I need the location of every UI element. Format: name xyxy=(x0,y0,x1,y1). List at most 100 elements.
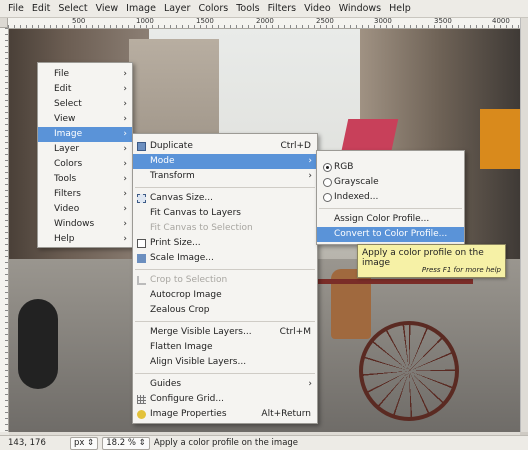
radio-icon xyxy=(323,193,332,202)
merge-visible-item[interactable]: Merge Visible Layers... Ctrl+M xyxy=(133,325,317,340)
context-item-edit[interactable]: Edit › xyxy=(38,82,132,97)
fit-canvas-layers-item[interactable]: Fit Canvas to Layers xyxy=(133,206,317,221)
chevron-right-icon: › xyxy=(123,159,127,169)
zoom-select[interactable]: 18.2 % ⇕ xyxy=(102,436,150,450)
scale-image-item[interactable]: Scale Image... xyxy=(133,251,317,266)
chevron-right-icon: › xyxy=(123,69,127,79)
context-item-select[interactable]: Select › xyxy=(38,97,132,112)
menu-filters[interactable]: Filters xyxy=(264,0,300,18)
menu-select[interactable]: Select xyxy=(54,0,91,18)
context-item-tools[interactable]: Tools › xyxy=(38,172,132,187)
chevron-right-icon: › xyxy=(123,204,127,214)
spin-icon: ⇕ xyxy=(87,437,95,448)
image-submenu: Duplicate Ctrl+D Mode › Transform › Canv… xyxy=(132,133,318,424)
menu-separator xyxy=(135,187,315,188)
chevron-right-icon: › xyxy=(308,156,312,166)
photo-motorbike xyxy=(18,299,58,389)
guides-item[interactable]: Guides › xyxy=(133,377,317,392)
chevron-right-icon: › xyxy=(123,114,127,124)
crop-selection-item: Crop to Selection xyxy=(133,273,317,288)
chevron-right-icon: › xyxy=(308,171,312,181)
menu-separator xyxy=(135,269,315,270)
menu-windows[interactable]: Windows xyxy=(335,0,385,18)
unit-select[interactable]: px ⇕ xyxy=(70,436,99,450)
image-properties-item[interactable]: Image Properties Alt+Return xyxy=(133,407,317,422)
context-item-video[interactable]: Video › xyxy=(38,202,132,217)
menu-separator xyxy=(319,208,462,209)
menu-help[interactable]: Help xyxy=(385,0,415,18)
convert-profile-item[interactable]: Convert to Color Profile... xyxy=(317,227,464,242)
flatten-item[interactable]: Flatten Image xyxy=(133,340,317,355)
canvas-size-item[interactable]: Canvas Size... xyxy=(133,191,317,206)
context-item-image[interactable]: Image › xyxy=(38,127,132,142)
menu-file[interactable]: File xyxy=(4,0,28,18)
menu-layer[interactable]: Layer xyxy=(160,0,195,18)
ruler-tick-label: 2500 xyxy=(316,17,334,25)
vertical-scrollbar[interactable] xyxy=(520,18,528,432)
ruler-tick-label: 4000 xyxy=(492,17,510,25)
chevron-right-icon: › xyxy=(123,144,127,154)
chevron-right-icon: › xyxy=(123,84,127,94)
chevron-right-icon: › xyxy=(308,379,312,389)
menu-colors[interactable]: Colors xyxy=(194,0,232,18)
spin-icon: ⇕ xyxy=(138,437,146,448)
autocrop-item[interactable]: Autocrop Image xyxy=(133,288,317,303)
context-item-windows[interactable]: Windows › xyxy=(38,217,132,232)
context-item-colors[interactable]: Colors › xyxy=(38,157,132,172)
chevron-right-icon: › xyxy=(123,99,127,109)
context-item-file[interactable]: File › xyxy=(38,67,132,82)
print-size-icon xyxy=(137,239,146,248)
grid-icon xyxy=(137,395,146,404)
tooltip: Apply a color profile on the image Press… xyxy=(357,244,506,278)
ruler-tick-label: 3500 xyxy=(434,17,452,25)
duplicate-item[interactable]: Duplicate Ctrl+D xyxy=(133,139,317,154)
assign-profile-item[interactable]: Assign Color Profile... xyxy=(317,212,464,227)
photo-big-wheel xyxy=(359,321,459,421)
indexed-item[interactable]: Indexed... xyxy=(317,190,464,205)
horizontal-ruler[interactable]: 500 1000 1500 2000 2500 3000 3500 4000 xyxy=(8,17,520,29)
statusbar: 143, 176 px ⇕ 18.2 % ⇕ Apply a color pro… xyxy=(0,435,528,450)
chevron-right-icon: › xyxy=(123,234,127,244)
photo-sign xyxy=(480,109,520,169)
ruler-tick-label: 3000 xyxy=(374,17,392,25)
radio-selected-icon xyxy=(323,163,332,172)
context-item-filters[interactable]: Filters › xyxy=(38,187,132,202)
ruler-corner-button[interactable] xyxy=(0,18,8,28)
context-item-help[interactable]: Help › xyxy=(38,232,132,247)
pointer-coords: 143, 176 xyxy=(8,438,46,448)
menu-separator xyxy=(135,373,315,374)
menu-tools[interactable]: Tools xyxy=(232,0,263,18)
align-visible-item[interactable]: Align Visible Layers... xyxy=(133,355,317,370)
mode-submenu: RGB Grayscale Indexed... Assign Color Pr… xyxy=(316,150,465,245)
chevron-right-icon: › xyxy=(123,129,127,139)
context-menu: File › Edit › Select › View › Image › Layer › … xyxy=(37,62,133,248)
menu-view[interactable]: View xyxy=(92,0,123,18)
context-item-layer[interactable]: Layer › xyxy=(38,142,132,157)
duplicate-icon xyxy=(137,142,146,151)
menu-image[interactable]: Image xyxy=(122,0,160,18)
tooltip-text: Apply a color profile on the image xyxy=(362,248,484,268)
menu-video[interactable]: Video xyxy=(300,0,335,18)
info-icon xyxy=(137,410,146,419)
context-item-view[interactable]: View › xyxy=(38,112,132,127)
rgb-item[interactable]: RGB xyxy=(317,160,464,175)
ruler-tick-label: 1000 xyxy=(136,17,154,25)
grayscale-item[interactable]: Grayscale xyxy=(317,175,464,190)
transform-item[interactable]: Transform › xyxy=(133,169,317,184)
menu-separator xyxy=(135,321,315,322)
menubar: File Edit Select View Image Layer Colors… xyxy=(0,0,528,18)
canvas-size-icon xyxy=(137,194,146,203)
ruler-tick-label: 500 xyxy=(72,17,86,25)
menu-edit[interactable]: Edit xyxy=(28,0,54,18)
print-size-item[interactable]: Print Size... xyxy=(133,236,317,251)
fit-canvas-selection-item: Fit Canvas to Selection xyxy=(150,223,253,233)
chevron-right-icon: › xyxy=(123,174,127,184)
configure-grid-item[interactable]: Configure Grid... xyxy=(133,392,317,407)
zealous-crop-item[interactable]: Zealous Crop xyxy=(133,303,317,318)
status-message: Apply a color profile on the image xyxy=(153,438,299,448)
vertical-ruler[interactable] xyxy=(0,28,9,432)
tooltip-help: Press F1 for more help xyxy=(421,266,501,274)
scale-image-icon xyxy=(137,254,146,263)
mode-item[interactable]: Mode › xyxy=(133,154,317,169)
radio-icon xyxy=(323,178,332,187)
